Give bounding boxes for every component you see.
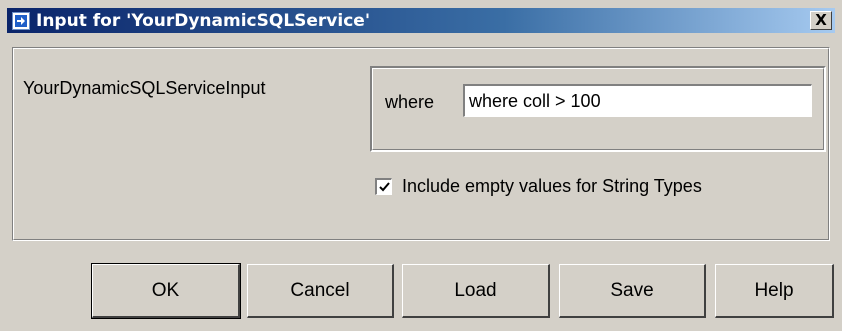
arrow-right-icon (12, 11, 30, 30)
load-button[interactable]: Load (402, 264, 550, 318)
title-bar[interactable]: Input for 'YourDynamicSQLService' X (7, 8, 835, 33)
include-empty-checkbox[interactable] (375, 178, 392, 195)
include-empty-label[interactable]: Include empty values for String Types (402, 176, 702, 197)
close-icon[interactable]: X (810, 11, 832, 30)
where-input[interactable] (463, 84, 812, 117)
ok-button[interactable]: OK (91, 263, 241, 319)
help-button[interactable]: Help (715, 264, 834, 318)
dialog-window: Input for 'YourDynamicSQLService' X Your… (0, 0, 842, 331)
checkmark-icon (378, 181, 390, 191)
where-label: where (385, 92, 435, 112)
window-title: Input for 'YourDynamicSQLService' (36, 10, 371, 31)
service-input-label: YourDynamicSQLServiceInput (23, 78, 266, 98)
cancel-button[interactable]: Cancel (247, 264, 394, 318)
save-button[interactable]: Save (559, 264, 706, 318)
